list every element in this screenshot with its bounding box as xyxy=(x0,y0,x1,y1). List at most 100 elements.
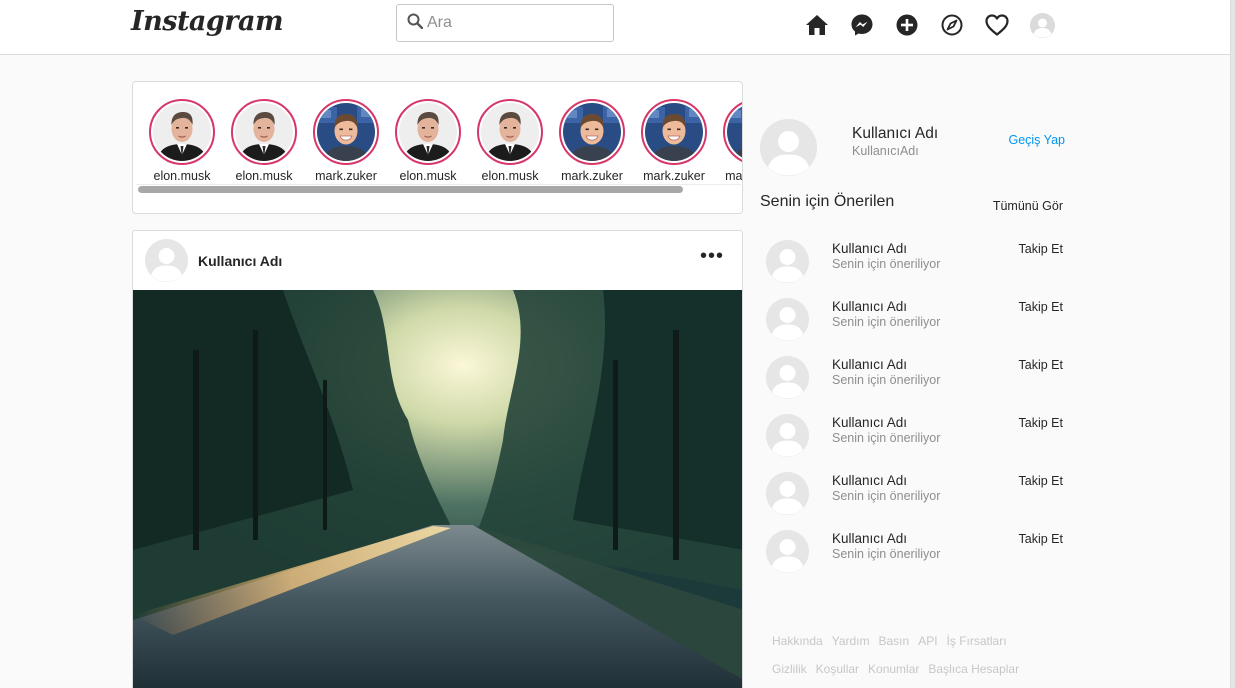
footer-link[interactable]: Konumlar xyxy=(868,662,919,676)
footer-links: Hakkında Yardım Basın API İş Fırsatları Gizli… xyxy=(772,634,1062,688)
story-username[interactable]: elon.musk xyxy=(149,169,215,183)
footer-link[interactable]: Gizlilik xyxy=(772,662,807,676)
footer-link[interactable]: API xyxy=(918,634,937,648)
suggestion-username[interactable]: Kullanıcı Adı xyxy=(832,473,907,488)
explore-icon[interactable] xyxy=(940,13,964,37)
story-username[interactable]: mark.zuker xyxy=(723,169,742,183)
story-username[interactable]: elon.musk xyxy=(231,169,297,183)
story-item[interactable]: mark.zuker xyxy=(559,99,641,183)
footer-link[interactable]: Başlıca Hesaplar xyxy=(928,662,1019,676)
follow-button[interactable]: Takip Et xyxy=(1019,416,1063,430)
story-item[interactable]: elon.musk xyxy=(231,99,313,183)
suggestion-avatar[interactable] xyxy=(766,414,809,457)
suggestions-header: Senin için Önerilen Tümünü Gör xyxy=(760,193,1063,213)
suggestion-reason: Senin için öneriliyor xyxy=(832,257,941,271)
suggestion-reason: Senin için öneriliyor xyxy=(832,547,941,561)
stories-tray: elon.musk elon.musk mark.zuker elon.musk elo… xyxy=(132,81,743,214)
instagram-logo[interactable]: Instagram xyxy=(131,6,284,37)
suggestion-item: Kullanıcı Adı Senin için öneriliyor Takip … xyxy=(766,413,1063,471)
suggestions-list: Kullanıcı Adı Senin için öneriliyor Takip … xyxy=(766,239,1063,587)
suggestion-username[interactable]: Kullanıcı Adı xyxy=(832,299,907,314)
story-ring[interactable] xyxy=(477,99,543,165)
story-avatar[interactable] xyxy=(481,103,539,161)
story-avatar[interactable] xyxy=(563,103,621,161)
profile-avatar[interactable] xyxy=(1030,12,1055,38)
suggestion-avatar[interactable] xyxy=(766,356,809,399)
suggestion-avatar[interactable] xyxy=(766,530,809,573)
post-header: Kullanıcı Adı ••• xyxy=(133,231,742,290)
suggestion-reason: Senin için öneriliyor xyxy=(832,431,941,445)
footer-link[interactable]: Koşullar xyxy=(816,662,859,676)
footer-link[interactable]: Basın xyxy=(879,634,910,648)
stories-track: elon.musk elon.musk mark.zuker elon.musk elo… xyxy=(149,99,742,183)
suggestion-username[interactable]: Kullanıcı Adı xyxy=(832,241,907,256)
current-user-avatar[interactable] xyxy=(760,119,817,176)
current-user-name[interactable]: Kullanıcı Adı xyxy=(852,125,938,143)
post-author-avatar[interactable] xyxy=(145,239,188,282)
footer-link[interactable]: İş Fırsatları xyxy=(947,634,1007,648)
post-image[interactable] xyxy=(133,290,742,688)
suggestion-item: Kullanıcı Adı Senin için öneriliyor Takip … xyxy=(766,355,1063,413)
suggestion-username[interactable]: Kullanıcı Adı xyxy=(832,357,907,372)
story-username[interactable]: mark.zuker xyxy=(313,169,379,183)
story-username[interactable]: elon.musk xyxy=(477,169,543,183)
feed-post: Kullanıcı Adı ••• xyxy=(132,230,743,688)
suggestions-title: Senin için Önerilen xyxy=(760,193,895,210)
story-item[interactable]: mark.zuker xyxy=(723,99,742,183)
footer-row: Gizlilik Koşullar Konumlar Başlıca Hesaplar xyxy=(772,662,1062,676)
home-icon[interactable] xyxy=(805,13,829,37)
follow-button[interactable]: Takip Et xyxy=(1019,474,1063,488)
see-all-link[interactable]: Tümünü Gör xyxy=(993,199,1063,213)
suggestion-avatar[interactable] xyxy=(766,472,809,515)
story-item[interactable]: elon.musk xyxy=(477,99,559,183)
story-avatar[interactable] xyxy=(153,103,211,161)
top-nav: Instagram xyxy=(0,0,1230,55)
story-ring[interactable] xyxy=(149,99,215,165)
switch-account-link[interactable]: Geçiş Yap xyxy=(1008,133,1065,147)
search-input[interactable] xyxy=(427,14,597,32)
story-avatar[interactable] xyxy=(645,103,703,161)
story-ring[interactable] xyxy=(641,99,707,165)
more-options-icon[interactable]: ••• xyxy=(700,246,724,266)
suggestion-username[interactable]: Kullanıcı Adı xyxy=(832,531,907,546)
activity-heart-icon[interactable] xyxy=(985,13,1009,37)
new-post-icon[interactable] xyxy=(895,13,919,37)
stories-scrollbar[interactable] xyxy=(136,184,741,194)
story-avatar[interactable] xyxy=(317,103,375,161)
story-ring[interactable] xyxy=(559,99,625,165)
search-icon xyxy=(407,13,424,34)
suggestion-avatar[interactable] xyxy=(766,298,809,341)
story-avatar[interactable] xyxy=(399,103,457,161)
follow-button[interactable]: Takip Et xyxy=(1019,242,1063,256)
story-item[interactable]: elon.musk xyxy=(395,99,477,183)
suggestion-username[interactable]: Kullanıcı Adı xyxy=(832,415,907,430)
suggestion-avatar[interactable] xyxy=(766,240,809,283)
post-author-name[interactable]: Kullanıcı Adı xyxy=(198,253,282,269)
follow-button[interactable]: Takip Et xyxy=(1019,358,1063,372)
stories-scrollbar-thumb[interactable] xyxy=(138,186,683,193)
suggestion-reason: Senin için öneriliyor xyxy=(832,315,941,329)
follow-button[interactable]: Takip Et xyxy=(1019,532,1063,546)
story-item[interactable]: elon.musk xyxy=(149,99,231,183)
story-username[interactable]: elon.musk xyxy=(395,169,461,183)
search-box[interactable] xyxy=(396,4,614,42)
messenger-icon[interactable] xyxy=(850,13,874,37)
story-username[interactable]: mark.zuker xyxy=(559,169,625,183)
follow-button[interactable]: Takip Et xyxy=(1019,300,1063,314)
story-avatar[interactable] xyxy=(235,103,293,161)
story-ring[interactable] xyxy=(231,99,297,165)
story-ring[interactable] xyxy=(395,99,461,165)
suggestion-item: Kullanıcı Adı Senin için öneriliyor Takip … xyxy=(766,239,1063,297)
story-ring[interactable] xyxy=(313,99,379,165)
page-scrollbar[interactable] xyxy=(1230,0,1235,688)
story-item[interactable]: mark.zuker xyxy=(313,99,395,183)
story-username[interactable]: mark.zuker xyxy=(641,169,707,183)
story-ring[interactable] xyxy=(723,99,742,165)
story-item[interactable]: mark.zuker xyxy=(641,99,723,183)
story-avatar[interactable] xyxy=(727,103,742,161)
footer-link[interactable]: Yardım xyxy=(832,634,870,648)
suggestion-reason: Senin için öneriliyor xyxy=(832,489,941,503)
suggestion-item: Kullanıcı Adı Senin için öneriliyor Takip … xyxy=(766,297,1063,355)
suggestion-item: Kullanıcı Adı Senin için öneriliyor Takip … xyxy=(766,529,1063,587)
footer-link[interactable]: Hakkında xyxy=(772,634,823,648)
